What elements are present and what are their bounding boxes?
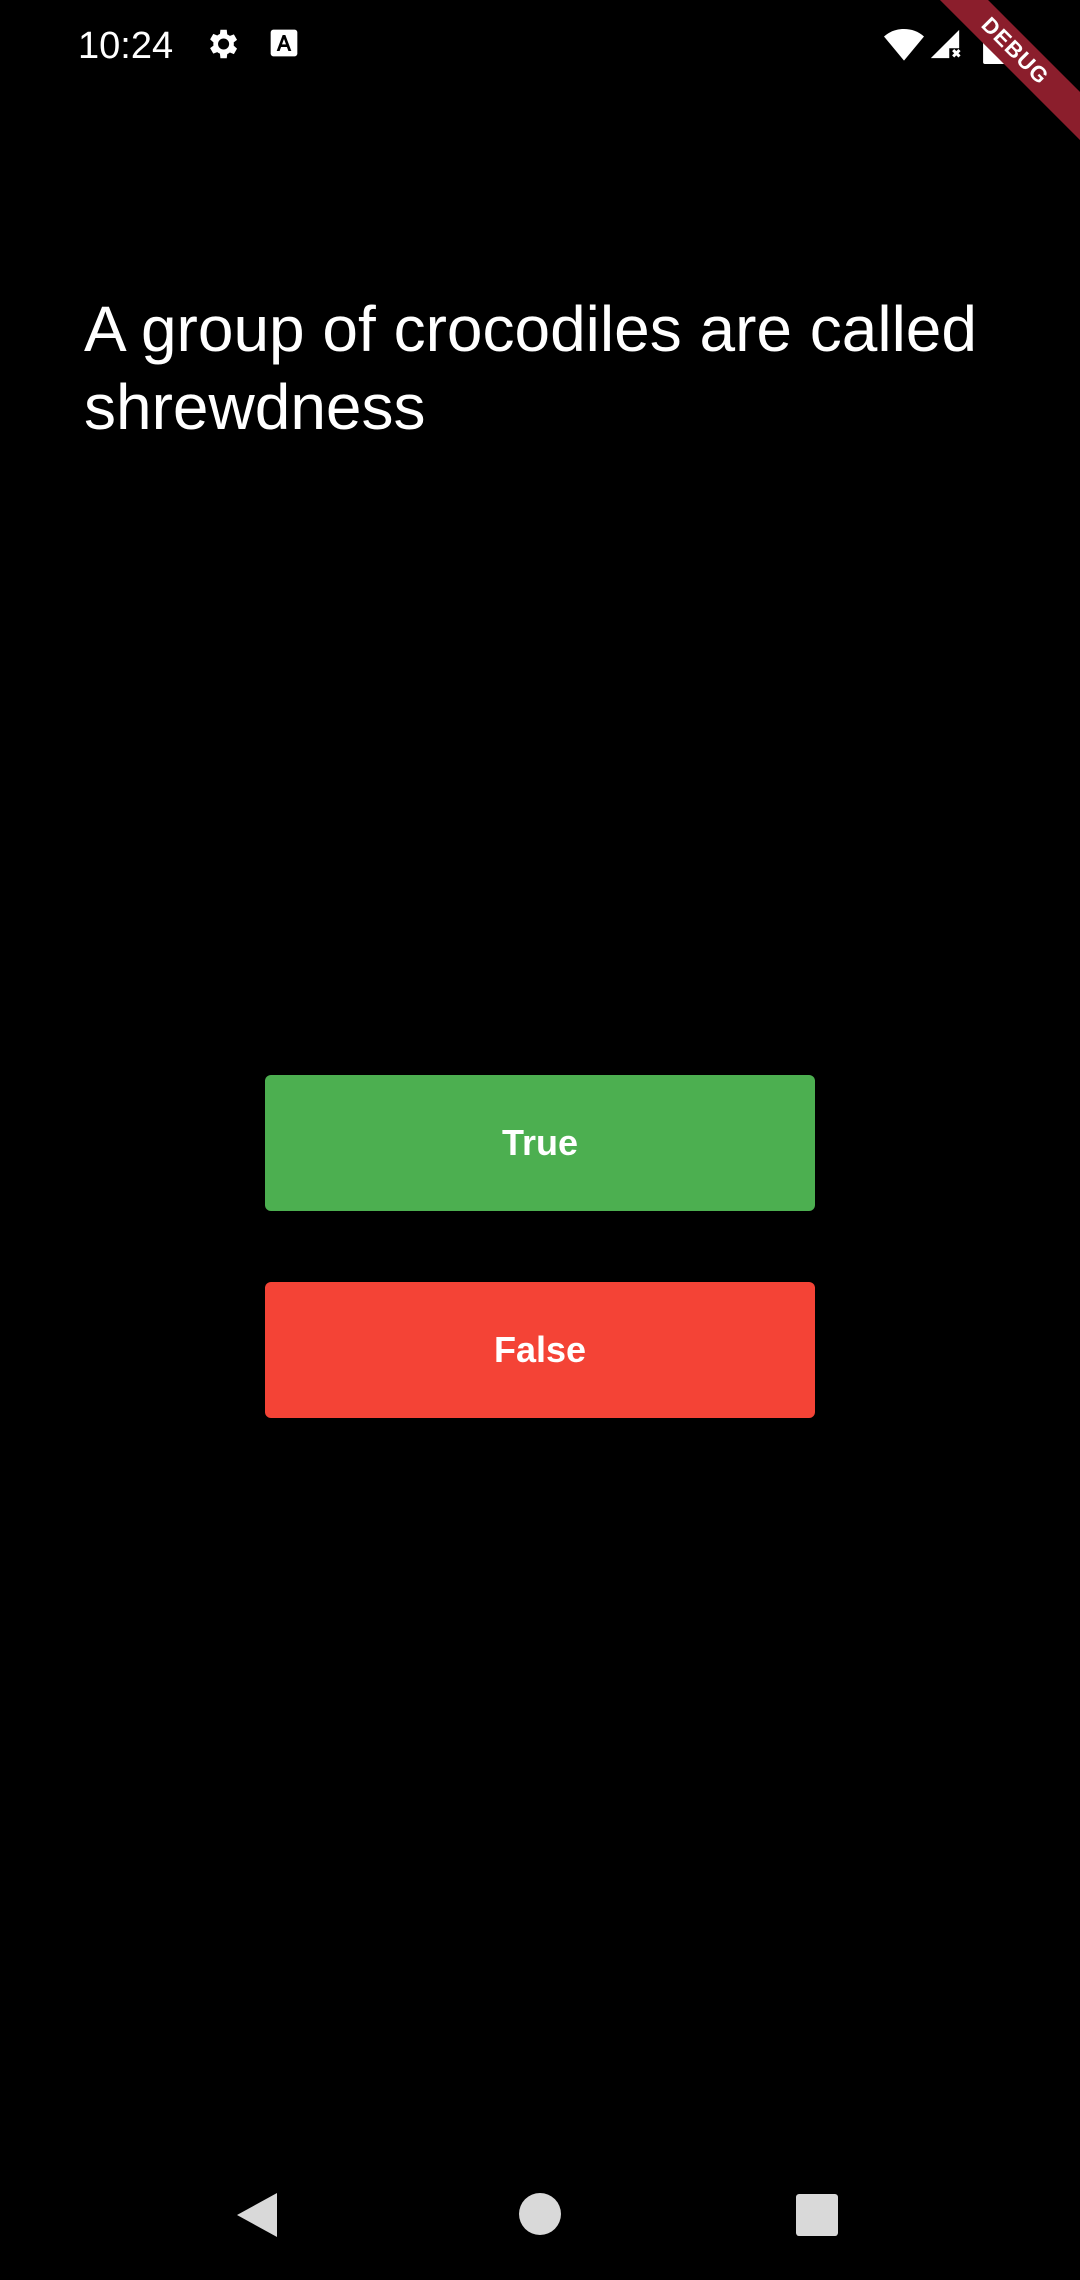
recents-icon[interactable] [796,2194,838,2236]
wifi-icon [884,29,924,61]
a-icon [270,29,298,57]
signal-icon [930,29,961,59]
question-text: A group of crocodiles are called shrewdn… [84,293,977,443]
home-icon[interactable] [519,2193,561,2235]
true-button[interactable]: True [265,1075,815,1211]
false-button[interactable]: False [265,1282,815,1418]
gear-icon [210,29,238,59]
back-icon[interactable] [237,2193,277,2237]
status-time: 10:24 [78,25,174,67]
status-bar: 10:24 [0,0,1080,90]
navigation-bar [0,2145,1080,2280]
